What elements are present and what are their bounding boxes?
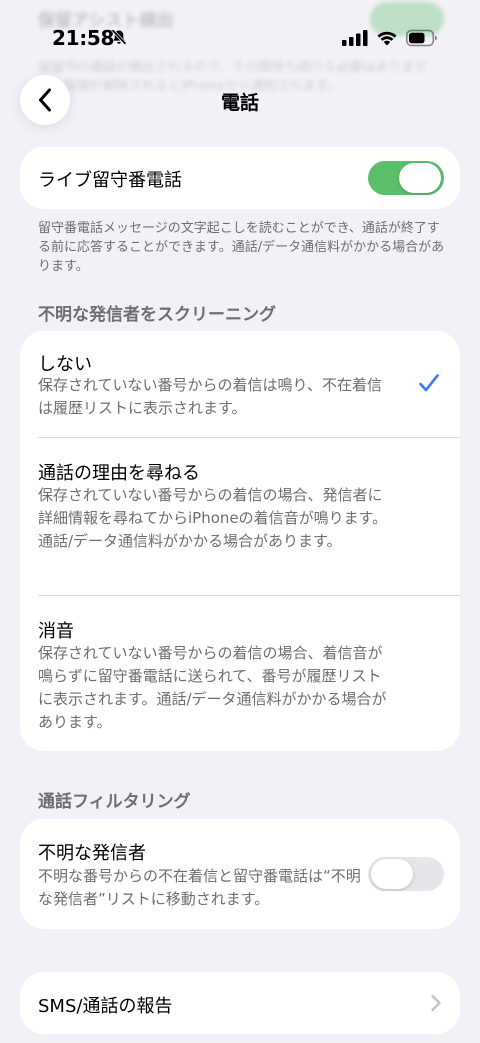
status-bar: 21:58 (0, 0, 480, 78)
toggle-knob (399, 163, 441, 193)
status-time: 21:58 (52, 26, 115, 50)
page-title: 電話 (220, 92, 259, 114)
option-description: 保存されていない番号からの着信は鳴り、不在着信は履歴リストに表示されます。 (38, 376, 382, 417)
live-voicemail-footnote: 留守番電話メッセージの文字起こしを読むことができ、通話が終了する前に応答すること… (38, 221, 445, 274)
unknown-callers-description: 不明な番号からの不在着信と留守番電話は“不明な発信者”リストに移動されます。 (38, 867, 361, 908)
cellular-signal-icon (342, 30, 368, 46)
live-voicemail-card: ライブ留守番電話 (20, 147, 460, 209)
screening-section-header: 不明な発信者をスクリーニング (38, 305, 276, 325)
unknown-callers-label: 不明な発信者 (38, 843, 146, 864)
screening-option-ask-reason[interactable]: 通話の理由を尋ねる 保存されていない番号からの着信の場合、発信者に詳細情報を尋ね… (20, 438, 460, 595)
sms-report-row[interactable]: SMS/通話の報告 (20, 972, 460, 1034)
option-description: 保存されていない番号からの着信の場合、着信音が鳴らずに留守番電話に送られて、番号… (38, 644, 387, 731)
screening-options-card: しない 保存されていない番号からの着信は鳴り、不在着信は履歴リストに表示されます… (20, 331, 460, 751)
live-voicemail-toggle[interactable] (368, 161, 444, 195)
toggle-knob (371, 859, 413, 889)
checkmark-icon (419, 374, 439, 392)
screening-option-never[interactable]: しない 保存されていない番号からの着信は鳴り、不在着信は履歴リストに表示されます… (20, 331, 460, 437)
chevron-right-icon (431, 994, 441, 1012)
live-voicemail-label: ライブ留守番電話 (38, 170, 182, 191)
bell-slash-icon (111, 29, 127, 45)
sms-report-label: SMS/通話の報告 (38, 996, 173, 1017)
option-title: しない (38, 354, 92, 375)
filtering-card: 不明な発信者 不明な番号からの不在着信と留守番電話は“不明な発信者”リストに移動… (20, 819, 460, 929)
unknown-callers-toggle[interactable] (368, 857, 444, 891)
wifi-icon (377, 31, 397, 46)
option-title: 消音 (38, 621, 74, 642)
option-title: 通話の理由を尋ねる (38, 463, 200, 484)
battery-icon (406, 29, 437, 47)
option-description: 保存されていない番号からの着信の場合、発信者に詳細情報を尋ねてからiPhoneの… (38, 486, 388, 550)
filtering-section-header: 通話フィルタリング (38, 792, 191, 812)
screening-option-silence[interactable]: 消音 保存されていない番号からの着信の場合、着信音が鳴らずに留守番電話に送られて… (20, 596, 460, 751)
